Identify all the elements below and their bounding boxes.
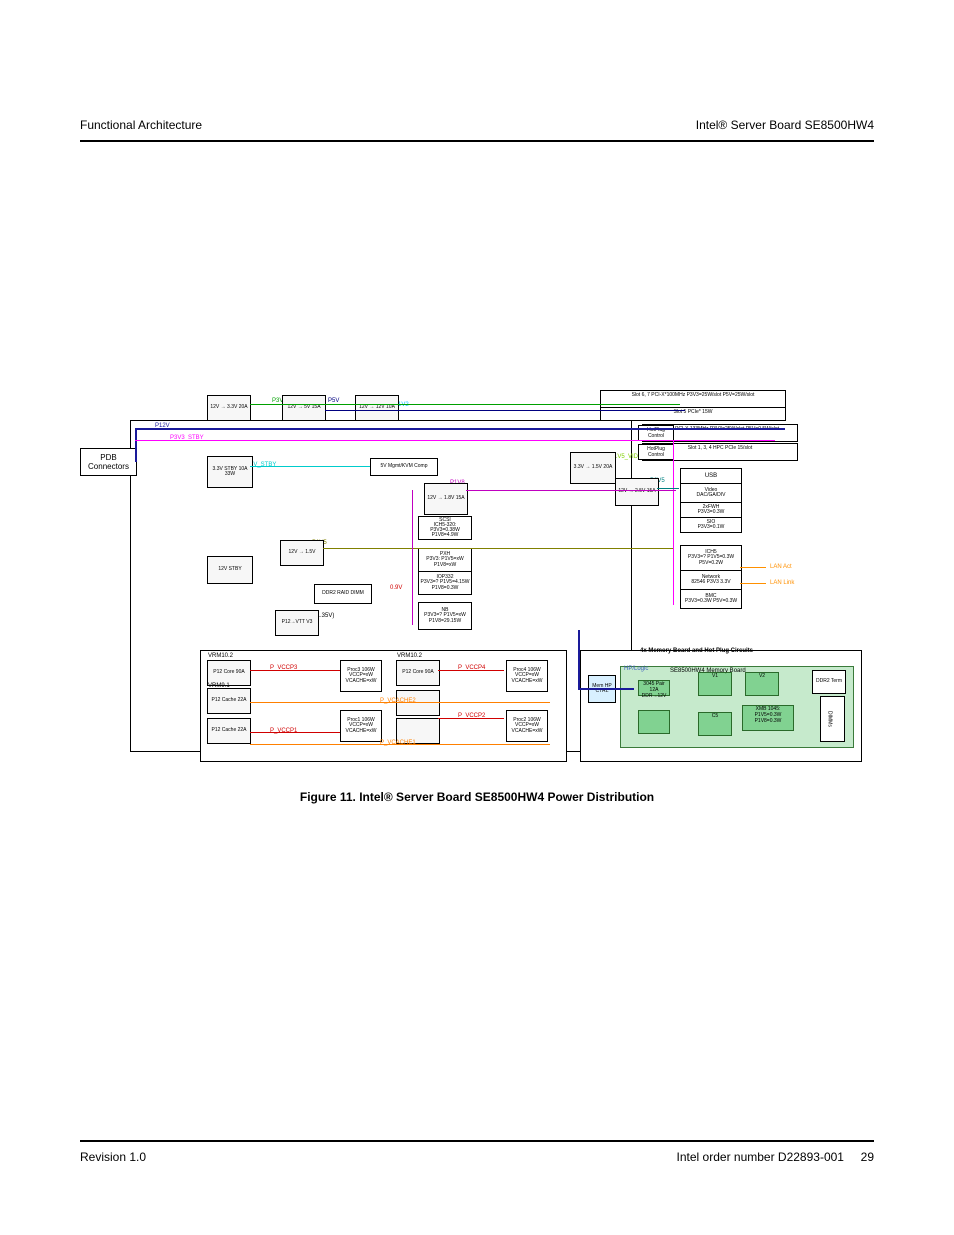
rail-p0v9: 0.9V xyxy=(390,585,402,591)
mem-xmb: XMB 1045: P1V5=0.3W P1V8=0.3W xyxy=(742,705,794,731)
proc4: Proc4 106W VCCP=xW VCACHE=xW xyxy=(506,660,548,692)
figure-caption: Figure 11. Intel® Server Board SE8500HW4… xyxy=(0,790,954,804)
mem-pwr: 3045 Pair 12A DDR→12V xyxy=(638,680,670,696)
ddr2-term: DDR2 Term xyxy=(812,670,846,694)
lan-act: LAN Act xyxy=(770,564,792,570)
footer-left: Revision 1.0 xyxy=(80,1150,146,1164)
vrm9-1: P12 Cache 22A xyxy=(207,688,251,714)
mem-v1: V1 xyxy=(698,672,732,696)
lan-link: LAN Link xyxy=(770,580,794,586)
vrm10-b: P12 Core 90A xyxy=(396,660,440,686)
hotplug-b: HotPlug Control xyxy=(638,444,674,460)
proc1: Proc1 106W VCCP=xW VCACHE=xW xyxy=(340,710,382,742)
mem-xmb-vrd xyxy=(638,710,670,734)
vrm9-1-lbl: VRM9.1 xyxy=(208,683,230,689)
proc3: Proc3 106W VCCP=xW VCACHE=xW xyxy=(340,660,382,692)
sio-block: SIO P3V3=0.1W xyxy=(680,517,742,533)
vrd-stby33: 3.3V STBY 10A 33W xyxy=(207,456,253,488)
vrm10-a-lbl: VRM10.2 xyxy=(208,653,233,659)
proc2: Proc2 106W VCCP=xW VCACHE=xW xyxy=(506,710,548,742)
power-distribution-diagram: PDB Connectors P12V P3V3_STBY P5V_STBY P… xyxy=(80,370,874,770)
rail-pvcache2: P_VCACHE2 xyxy=(380,698,416,704)
srmgmt-block: 5V Mgmt/KVM Comp xyxy=(370,458,438,476)
scsi-block: SCSI ICH5-320: P3V3=0.38W P1V8=4.9W xyxy=(418,516,472,540)
pdb-connectors-label: PDB Connectors xyxy=(88,453,129,471)
vrd-1v5vid: 3.3V → 1.5V 20A xyxy=(570,452,616,484)
footer-right: Intel order number D22893-001 29 xyxy=(677,1150,874,1164)
usb-block: USB xyxy=(680,468,742,484)
nb-block: NB P3V3=? P1V5=xW P1V8=29.15W xyxy=(418,602,472,630)
mem-v2: V2 xyxy=(745,672,779,696)
rail-pvcache1: P_VCACHE1 xyxy=(380,740,416,746)
vrm-cache2: P12 Cache 22A xyxy=(207,718,251,744)
vrd-vtt: P12→VTT V3 xyxy=(275,610,319,636)
iop332-block: IOP332 P3V3=? P1V5=4.15W P1V8=0.3W xyxy=(418,571,472,595)
hp-logic: HP/Logic xyxy=(624,666,648,672)
network-block: Network 82546 P3V3 3.3V xyxy=(680,570,742,590)
vrd-1v5: 12V → 1.5V xyxy=(280,540,324,566)
vrd-2v5: 12V → 2.5V 15A xyxy=(615,478,659,506)
bmc-block: BMC P3V3=0.3W P5V=0.3W xyxy=(680,589,742,609)
vrd-5v: 12V → 5V 15A xyxy=(282,395,326,421)
pdb-connectors: PDB Connectors xyxy=(80,448,137,476)
pxh-block: PXH P3V3: P1V5=xW P1V8=xW xyxy=(418,548,472,572)
header-left: Functional Architecture xyxy=(80,118,202,132)
vrm10-b-lbl: VRM10.2 xyxy=(397,653,422,659)
mem-c5: C5 xyxy=(698,712,732,736)
rule-bottom xyxy=(80,1140,874,1142)
fwh-block: 2xFWH P3V3=0.3W xyxy=(680,502,742,518)
rail-pvccp1: P_VCCP1 xyxy=(270,728,297,734)
vrd-stby12: 12V STBY xyxy=(207,556,253,584)
video-block: Video DAC/GA/DIV xyxy=(680,483,742,503)
header-right: Intel® Server Board SE8500HW4 xyxy=(696,118,874,132)
vrd-1v8: 12V → 1.8V 15A xyxy=(424,483,468,515)
slot-6-7: Slot 6, 7 PCI-X*100MHz P3V3=25W/slot P5V… xyxy=(600,390,786,408)
rule-top xyxy=(80,140,874,142)
mem-panel-title: 4x Memory Board and Hot Plug Circuits xyxy=(640,648,753,654)
ddr2-raid-dimm: DDR2 RAID DIMM xyxy=(314,584,372,604)
dimm-slots-icon xyxy=(836,696,845,742)
vrd-12v: 12V → 12V 10A xyxy=(355,395,399,421)
vrd-3v3: 12V → 3.3V 20A xyxy=(207,395,251,421)
ich5-block: ICH5 P3V3=? P1V5=0.3W P5V=0.2W xyxy=(680,545,742,571)
